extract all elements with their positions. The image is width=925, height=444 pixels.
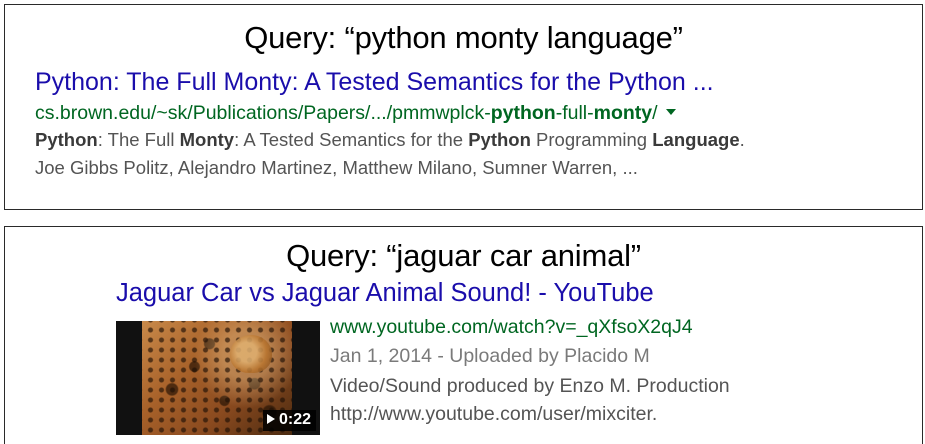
result-url[interactable]: www.youtube.com/watch?v=_qXfsoX2qJ4 — [330, 316, 693, 339]
snippet-text: . — [739, 129, 745, 150]
url-suffix: / — [652, 102, 658, 124]
play-icon — [266, 413, 275, 424]
snippet-bold: Python — [468, 129, 531, 150]
url-bold-monty: monty — [593, 102, 653, 124]
video-duration-badge: 0:22 — [262, 410, 316, 431]
result-description-line-2: http://www.youtube.com/user/mixciter. — [330, 403, 658, 425]
snippet-bold: Language — [652, 129, 740, 150]
video-thumbnail[interactable]: 0:22 — [116, 321, 320, 435]
duration-text: 0:22 — [278, 411, 311, 428]
result-url[interactable]: cs.brown.edu/~sk/Publications/Papers/...… — [35, 102, 676, 125]
result-snippet-line-2: Joe Gibbs Politz, Alejandro Martinez, Ma… — [35, 157, 638, 178]
query-label: Query: “jaguar car animal” — [286, 238, 641, 273]
result-title-link[interactable]: Jaguar Car vs Jaguar Animal Sound! - You… — [116, 279, 654, 308]
snippet-bold: Python — [35, 129, 98, 150]
snippet-text: : A Tested Semantics for the — [234, 129, 469, 150]
result-snippet-line-1: Python: The Full Monty: A Tested Semanti… — [35, 129, 745, 151]
url-prefix: cs.brown.edu/~sk/Publications/Papers/...… — [35, 102, 491, 124]
result-title-link[interactable]: Python: The Full Monty: A Tested Semanti… — [35, 68, 714, 97]
search-result-panel-python: Query: “python monty language” Python: T… — [4, 4, 923, 210]
snippet-bold: Monty — [179, 129, 235, 150]
query-label: Query: “python monty language” — [244, 20, 683, 55]
search-result-panel-jaguar: Query: “jaguar car animal” Jaguar Car vs… — [4, 226, 923, 444]
caret-down-icon[interactable] — [665, 108, 676, 115]
snippet-text: : The Full — [97, 129, 180, 150]
result-description-line-1: Video/Sound produced by Enzo M. Producti… — [330, 375, 730, 397]
result-date-uploader: Jan 1, 2014 - Uploaded by Placido M — [330, 345, 650, 367]
snippet-text: Programming — [530, 129, 653, 150]
url-mid: -full- — [555, 102, 594, 124]
url-bold-python: python — [490, 102, 556, 124]
